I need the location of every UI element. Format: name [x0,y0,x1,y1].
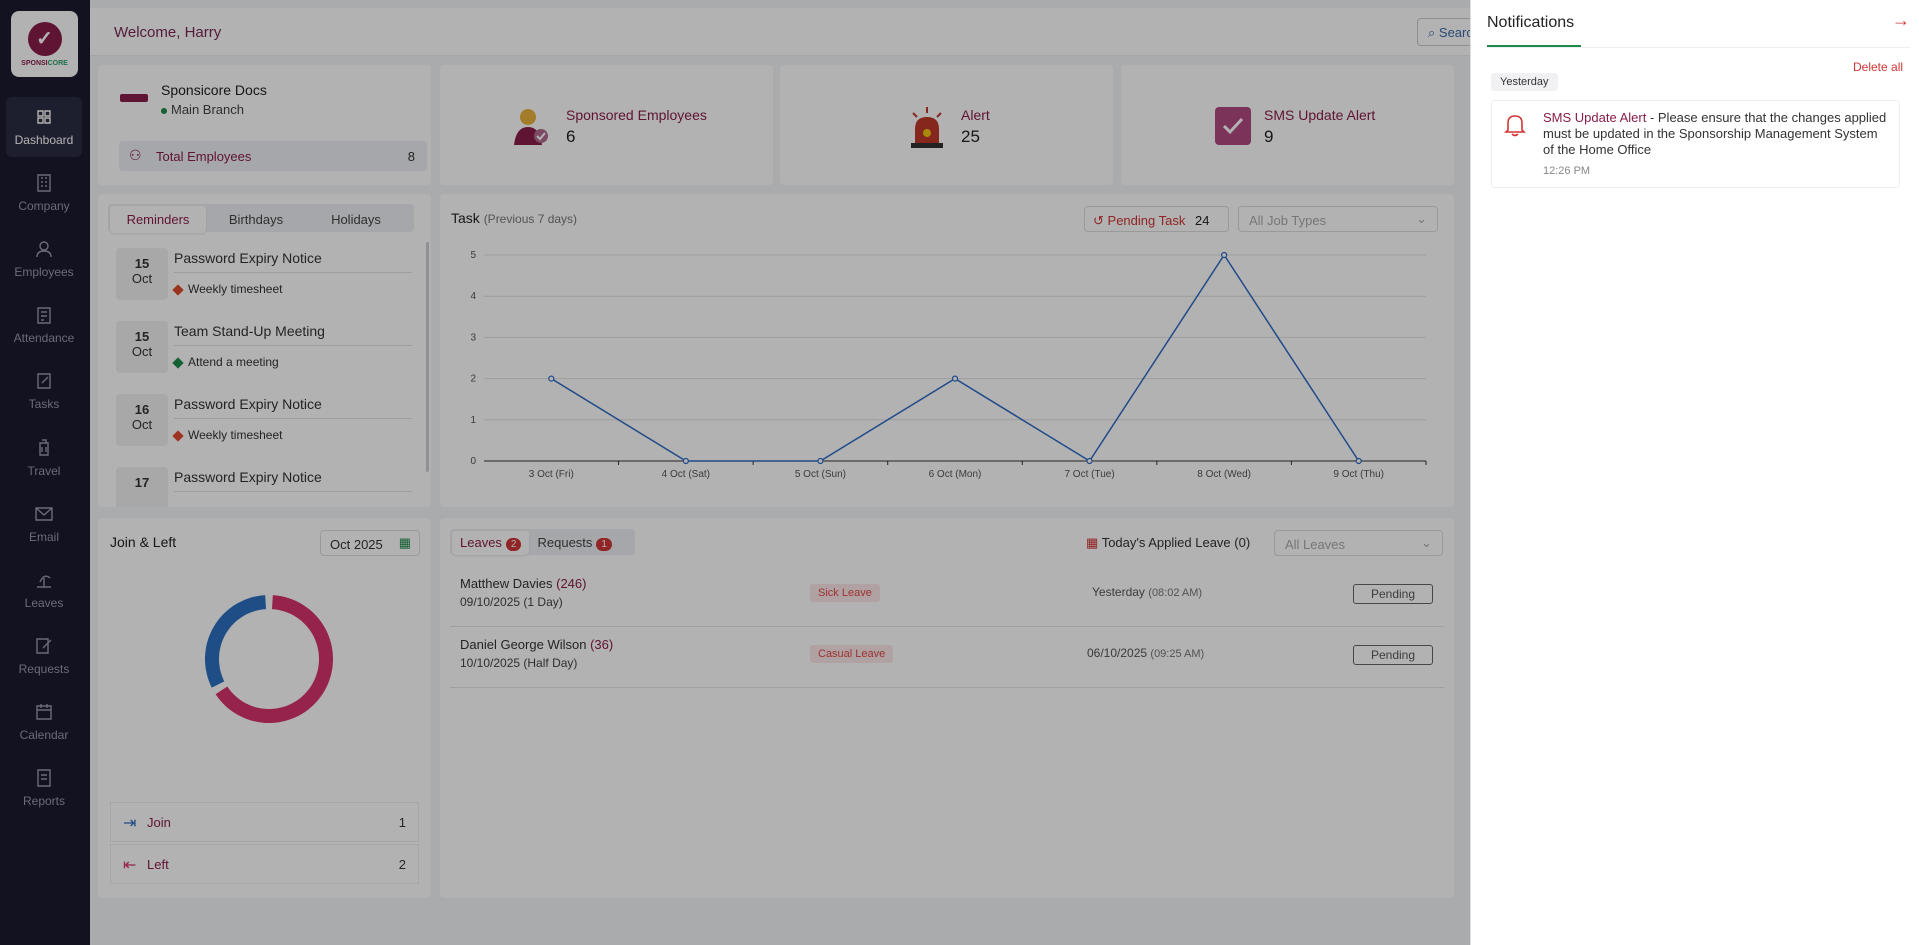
divider [1487,47,1910,48]
notification-time: 12:26 PM [1543,165,1591,177]
close-arrow-icon[interactable]: → [1892,10,1910,31]
delete-all-button[interactable]: Delete all [1853,60,1903,74]
bell-icon [1504,113,1526,137]
notifications-panel: Notifications → Delete all Yesterday SMS… [1470,0,1919,945]
notifications-title: Notifications [1487,14,1575,31]
group-label: Yesterday [1491,73,1558,91]
modal-backdrop[interactable] [0,0,1470,945]
notification-title: SMS Update Alert [1543,110,1647,125]
notification-item[interactable]: SMS Update Alert - Please ensure that th… [1491,100,1900,188]
